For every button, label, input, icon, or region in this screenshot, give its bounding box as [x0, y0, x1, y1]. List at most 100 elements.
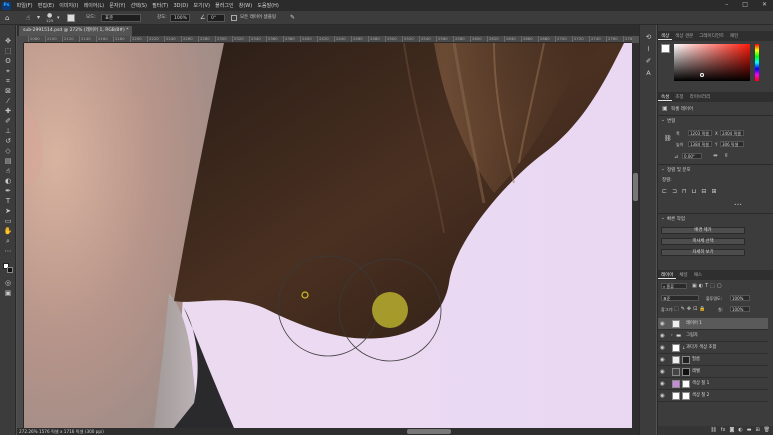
visibility-eye-icon[interactable]: ◉ [660, 380, 665, 388]
layer-row[interactable]: ◉ 필름 [658, 354, 768, 366]
flip-horizontal-icon[interactable]: ⇹ [713, 153, 718, 159]
brush-settings-icon[interactable] [67, 14, 75, 22]
folder-icon[interactable]: ▬ [747, 426, 752, 435]
menu-help[interactable]: 도움말(H) [255, 2, 282, 9]
hand-tool-icon[interactable]: ✋ [3, 227, 13, 236]
select-subject-button[interactable]: 피사체 선택 [661, 238, 745, 245]
document-canvas[interactable] [24, 43, 632, 428]
tab-libraries[interactable]: 라이브러리 [687, 94, 714, 100]
menu-view[interactable]: 보기(V) [191, 2, 213, 9]
eraser-tool-icon[interactable]: ◇ [3, 147, 13, 156]
history-brush-tool-icon[interactable]: ↺ [3, 137, 13, 146]
vertical-ruler[interactable] [17, 43, 24, 428]
flip-vertical-icon[interactable]: ⇳ [724, 153, 729, 159]
lock-icons[interactable]: ⬚✎✥⊡🔒 [674, 306, 708, 312]
layer-row[interactable]: ◉ 레벨 [658, 366, 768, 378]
hue-slider[interactable] [755, 44, 759, 81]
path-selection-tool-icon[interactable]: ➤ [3, 207, 13, 216]
tab-patterns[interactable]: 패턴 [727, 33, 741, 39]
pen-tool-icon[interactable]: ✒ [3, 187, 13, 196]
link-dimensions-icon[interactable]: ⛓ [664, 135, 672, 142]
crop-tool-icon[interactable]: ⌗ [3, 77, 13, 86]
horizontal-ruler[interactable]: 2080 2100 2120 2140 2160 2180 2200 2220 … [24, 36, 632, 43]
tab-paths[interactable]: 패스 [691, 272, 705, 278]
layer-filter-icons[interactable]: ▣◐T⬚▢ [692, 283, 724, 289]
layer-row[interactable]: ◉ › ▬ 그림자 [658, 330, 768, 342]
visibility-eye-icon[interactable]: ◉ [660, 320, 665, 328]
smudge-tool-icon[interactable]: ☝ [26, 14, 30, 22]
quick-mask-icon[interactable]: ◎ [3, 279, 13, 288]
eyedropper-tool-icon[interactable]: ⁄ [3, 97, 13, 106]
mask-icon[interactable]: ◙ [729, 426, 734, 435]
align-chevron-icon[interactable]: ⌄ [661, 167, 665, 172]
home-icon[interactable]: ⌂ [5, 14, 9, 22]
screen-mode-icon[interactable]: ▣ [3, 289, 13, 298]
visibility-eye-icon[interactable]: ◉ [660, 356, 665, 364]
brush-size-chevron-icon[interactable]: ▾ [57, 14, 60, 22]
quick-actions-chevron-icon[interactable]: ⌄ [661, 216, 665, 221]
visibility-eye-icon[interactable]: ◉ [660, 332, 665, 340]
color-field[interactable] [674, 44, 750, 81]
width-input[interactable]: 1203 픽셀 [688, 130, 712, 136]
remove-background-button[interactable]: 배경 제거 [661, 227, 745, 234]
close-button[interactable]: ✕ [762, 1, 767, 8]
brush-settings-icon[interactable]: ✐ [644, 57, 653, 66]
object-selection-tool-icon[interactable]: ⌖ [3, 67, 13, 76]
smudge-tool-icon[interactable]: ☝ [3, 167, 13, 176]
gradient-tool-icon[interactable]: ▤ [3, 157, 13, 166]
layer-row[interactable]: ◉ 레이어 1 [658, 318, 768, 330]
menu-select[interactable]: 선택(S) [128, 2, 149, 9]
move-tool-icon[interactable]: ✥ [3, 37, 13, 46]
tab-color[interactable]: 색상 [658, 33, 673, 40]
zoom-tool-icon[interactable]: ⌕ [3, 237, 13, 246]
sample-all-layers-checkbox[interactable] [231, 15, 237, 21]
brush-tool-icon[interactable]: ✐ [3, 117, 13, 126]
menu-image[interactable]: 이미지(I) [57, 2, 81, 9]
tab-properties[interactable]: 속성 [658, 94, 673, 101]
fx-icon[interactable]: fx [721, 426, 726, 435]
menu-file[interactable]: 파일(F) [14, 2, 35, 9]
layer-filter-dropdown[interactable]: ⌕ 종류 [661, 283, 687, 289]
new-layer-icon[interactable]: ⊞ [755, 426, 759, 435]
history-icon[interactable]: ⟲ [644, 33, 653, 42]
horizontal-scroll-thumb[interactable] [407, 429, 451, 434]
transform-chevron-icon[interactable]: ⌄ [661, 118, 665, 123]
document-tab[interactable]: sub-2991514.psd @ 272% (레이어 1, RGB/8#) * [19, 26, 133, 36]
angle-input[interactable]: 0° [207, 14, 225, 22]
lasso-tool-icon[interactable]: ʘ [3, 57, 13, 66]
strength-input[interactable]: 100% [170, 14, 190, 22]
group-chevron-icon[interactable]: › [671, 330, 673, 342]
link-icon[interactable]: ⛓ [710, 426, 716, 435]
dodge-tool-icon[interactable]: ◐ [3, 177, 13, 186]
height-input[interactable]: 1384 픽셀 [688, 141, 712, 147]
tab-layers[interactable]: 레이어 [658, 272, 677, 279]
y-input[interactable]: 306 픽셀 [720, 141, 744, 147]
menu-edit[interactable]: 편집(E) [35, 2, 56, 9]
maximize-button[interactable]: □ [742, 1, 748, 8]
blend-mode-dropdown[interactable]: 표준 [661, 295, 699, 301]
finger-painting-icon[interactable]: ✎ [290, 14, 295, 22]
menu-plugins[interactable]: 플러그인 [213, 2, 237, 9]
layer-row[interactable]: ◉ 색상 칠 2 [658, 390, 768, 402]
vertical-scrollbar[interactable] [632, 43, 639, 428]
menu-window[interactable]: 창(W) [236, 2, 255, 9]
fill-input[interactable]: 100% [730, 306, 750, 312]
ruler-origin[interactable] [17, 36, 24, 43]
visibility-eye-icon[interactable]: ◉ [660, 368, 665, 376]
marquee-tool-icon[interactable]: ⬚ [3, 47, 13, 56]
menu-layer[interactable]: 레이어(L) [81, 2, 107, 9]
vertical-scroll-thumb[interactable] [633, 173, 638, 201]
color-picker-marker[interactable] [700, 73, 704, 77]
align-buttons-icon[interactable]: ⊏⊐⊓⊔⊟⊞ [662, 188, 721, 195]
angle-input[interactable]: 0.00° [682, 153, 702, 159]
healing-brush-tool-icon[interactable]: ✚ [3, 107, 13, 116]
mode-dropdown[interactable]: 표준 [101, 14, 141, 22]
menu-3d[interactable]: 3D(D) [171, 3, 191, 9]
x-input[interactable]: 2404 픽셀 [720, 130, 744, 136]
visibility-eye-icon[interactable]: ◉ [660, 344, 665, 352]
frame-tool-icon[interactable]: ⊠ [3, 87, 13, 96]
menu-filter[interactable]: 필터(T) [150, 2, 171, 9]
paths-icon[interactable]: ⌇ [644, 45, 653, 54]
trash-icon[interactable]: 🗑 [764, 426, 770, 435]
layer-row[interactable]: ◉ 색상 칠 1 [658, 378, 768, 390]
